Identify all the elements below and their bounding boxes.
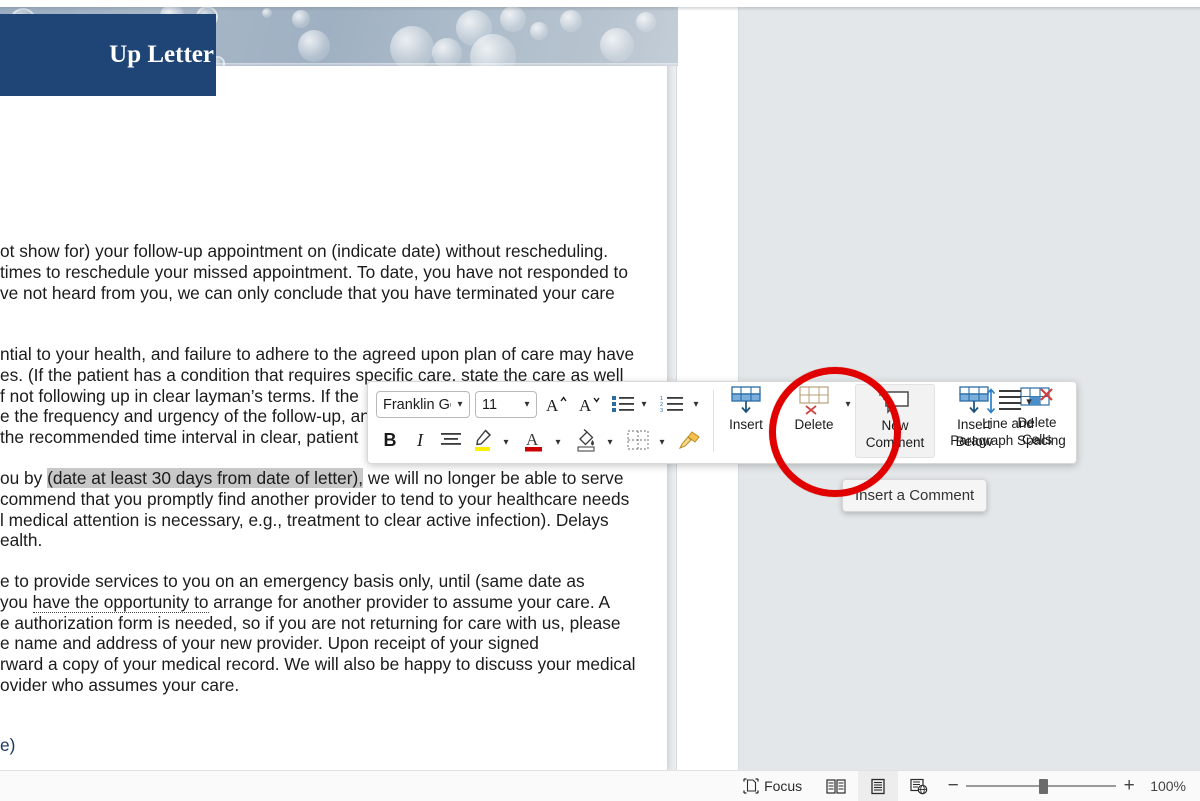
status-bar-right-group: Focus − + 100% [731, 771, 1200, 801]
delete-table-chevron-down-icon[interactable]: ▾ [840, 386, 856, 422]
font-name-combobox[interactable]: Franklin Got ▾ [376, 391, 470, 418]
new-comment-button[interactable]: New Comment [855, 384, 935, 458]
zoom-level-label[interactable]: 100% [1142, 778, 1200, 794]
borders-chevron-down-icon[interactable]: ▾ [654, 423, 670, 461]
read-mode-icon [826, 778, 846, 794]
numbering-chevron-down-icon[interactable]: ▾ [688, 385, 704, 423]
bullet-list-icon [612, 396, 634, 412]
text-selection: (date at least 30 days from date of lett… [47, 468, 364, 488]
grow-font-icon: A [546, 396, 567, 415]
insert-table-chevron-down-icon[interactable]: ▾ [772, 386, 788, 422]
line-spacing-label-line2: Paragraph Spacing [950, 433, 1066, 448]
document-line: rward a copy of your medical record. We … [0, 654, 636, 675]
delete-table-label: Delete [794, 417, 834, 432]
document-line: commend that you promptly find another p… [0, 488, 630, 509]
document-line: ve not heard from you, we can only concl… [0, 282, 615, 303]
bullets-button[interactable] [608, 387, 638, 421]
shading-button[interactable] [570, 423, 602, 457]
line-spacing-label-line1: Line and [982, 416, 1034, 431]
document-line: e authorization form is needed, so if yo… [0, 612, 621, 633]
document-line: times to reschedule your missed appointm… [0, 261, 628, 282]
document-line: l medical attention is necessary, e.g., … [0, 509, 609, 530]
font-size-value: 11 [482, 396, 498, 413]
document-line: ovider who assumes your care. [0, 674, 240, 695]
read-mode-button[interactable] [814, 771, 858, 801]
line-and-paragraph-spacing-button[interactable]: ▾ Line and Paragraph Spacing [938, 383, 1078, 459]
spellcheck-underline: have the opportunity to [32, 591, 209, 613]
borders-icon [627, 430, 649, 450]
shrink-font-icon: A [579, 396, 600, 415]
document-workspace[interactable]: Up Letter ot show for) your follow-up ap… [0, 0, 1200, 770]
zoom-slider-thumb[interactable] [1039, 779, 1049, 794]
svg-text:A: A [579, 396, 592, 415]
numbering-button[interactable]: 1 2 3 [656, 387, 688, 421]
chevron-down-icon[interactable]: ▾ [451, 399, 469, 410]
borders-button[interactable] [622, 423, 654, 457]
font-color-button[interactable]: A [518, 423, 550, 457]
document-line: ntial to your health, and failure to adh… [0, 344, 635, 364]
bold-button[interactable]: B [376, 423, 404, 457]
text-highlight-button[interactable] [468, 423, 498, 457]
font-name-value: Franklin Got [383, 396, 451, 413]
document-line: e to provide services to you on an emerg… [0, 571, 585, 591]
italic-icon: I [417, 430, 423, 450]
document-line: you have the opportunity to arrange for … [0, 591, 611, 613]
align-icon [441, 433, 461, 445]
document-paragraph[interactable]: e to provide services to you on an emerg… [0, 571, 667, 696]
align-button[interactable] [436, 423, 466, 457]
delete-table-icon [799, 386, 829, 415]
document-paragraph[interactable]: ot show for) your follow-up appointment … [0, 241, 667, 303]
tooltip-text: Insert a Comment [855, 487, 975, 504]
print-layout-button[interactable] [858, 771, 899, 801]
font-color-chevron-down-icon[interactable]: ▾ [550, 423, 566, 461]
line-spacing-chevron-down-icon[interactable]: ▾ [1026, 395, 1032, 408]
shrink-font-button[interactable]: A [573, 387, 605, 421]
tooltip-insert-a-comment: Insert a Comment [842, 479, 988, 512]
document-line: ou by (date at least 30 days from date o… [0, 468, 624, 488]
print-layout-icon [871, 778, 885, 794]
format-painter-button[interactable] [674, 423, 706, 457]
document-line: e name and address of your new provider.… [0, 633, 539, 654]
toolbar-separator [713, 390, 714, 452]
document-line: ot show for) your follow-up appointment … [0, 241, 609, 261]
highlight-icon [475, 429, 491, 451]
font-color-icon: A [525, 430, 542, 452]
svg-text:A: A [546, 396, 559, 415]
focus-icon [743, 777, 759, 794]
new-comment-label-line1: New [881, 418, 909, 433]
shading-chevron-down-icon[interactable]: ▾ [602, 423, 618, 461]
insert-table-label: Insert [729, 417, 763, 432]
svg-text:3: 3 [660, 408, 663, 413]
insert-table-button[interactable]: Insert [720, 384, 772, 458]
bold-icon: B [383, 430, 397, 450]
delete-table-button[interactable]: Delete [788, 384, 840, 458]
new-comment-icon [879, 390, 909, 414]
letterhead-title: Up Letter [109, 41, 214, 68]
document-line: ealth. [0, 530, 43, 551]
line-spacing-icon [987, 388, 1022, 414]
zoom-slider[interactable] [966, 771, 1117, 801]
font-size-combobox[interactable]: 11 ▾ [475, 391, 537, 418]
web-layout-button[interactable] [898, 771, 940, 801]
svg-text:A: A [526, 430, 539, 449]
chevron-down-icon[interactable]: ▾ [518, 399, 536, 410]
grow-font-button[interactable]: A [540, 387, 572, 421]
top-shadow [0, 7, 1200, 11]
highlight-chevron-down-icon[interactable]: ▾ [498, 423, 514, 461]
zoom-out-button[interactable]: − [940, 775, 966, 797]
zoom-in-button[interactable]: + [1116, 775, 1142, 797]
new-comment-label-line2: Comment [865, 435, 925, 450]
focus-mode-button[interactable]: Focus [731, 771, 814, 801]
window-top-strip [0, 0, 1200, 7]
numbered-list-icon: 1 2 3 [660, 396, 683, 413]
bullets-chevron-down-icon[interactable]: ▾ [636, 385, 652, 423]
web-layout-icon [910, 778, 928, 794]
focus-label: Focus [764, 778, 803, 794]
format-painter-icon [678, 431, 700, 449]
document-paragraph[interactable]: ou by (date at least 30 days from date o… [0, 468, 667, 551]
shading-icon [577, 429, 595, 452]
insert-table-rows-icon [731, 386, 761, 414]
status-bar[interactable]: Focus − + 100% [0, 770, 1200, 801]
italic-button[interactable]: I [406, 423, 434, 457]
